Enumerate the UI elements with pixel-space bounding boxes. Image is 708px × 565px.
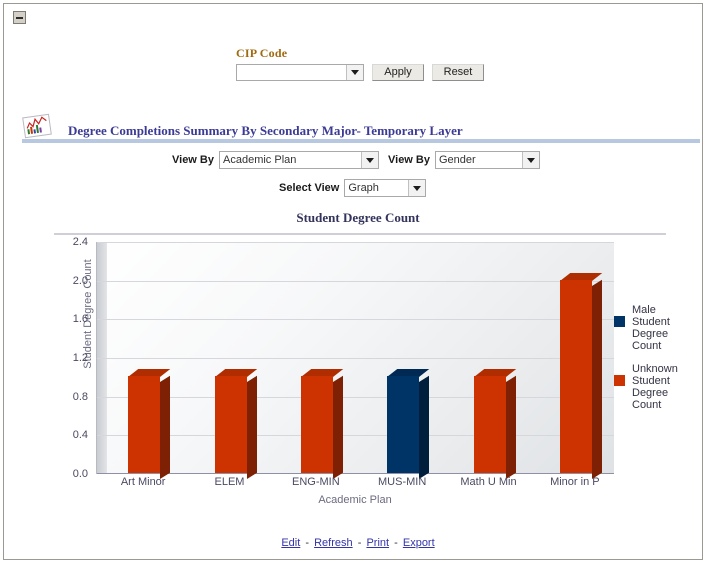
bar-side-face — [505, 376, 516, 479]
plot-area — [96, 242, 614, 479]
legend-item[interactable]: Male Student Degree Count — [614, 304, 684, 352]
link-separator-3: - — [394, 537, 398, 549]
reset-button[interactable]: Reset — [432, 64, 484, 81]
legend-label: Male Student Degree Count — [632, 304, 670, 352]
chevron-down-icon[interactable] — [346, 65, 363, 80]
bar-front-face — [559, 279, 592, 473]
bar-side-face — [246, 376, 257, 479]
y-tick-label: 2.0 — [72, 274, 88, 287]
y-axis-ticks: 0.0 0.4 0.8 1.2 1.6 2.0 2.4 — [60, 236, 88, 480]
bar-front-face — [128, 376, 161, 473]
x-tick-label: Minor in P — [550, 476, 600, 488]
bar-side-face — [332, 376, 343, 479]
select-view-select[interactable]: Graph — [344, 179, 427, 197]
report-title: Degree Completions Summary By Secondary … — [68, 123, 463, 138]
bar-front-face — [473, 376, 506, 473]
minus-glyph — [16, 17, 23, 19]
x-tick-label: Math U Min — [460, 476, 517, 488]
title-divider — [22, 139, 700, 143]
chart-area: Student Degree Count 0.0 0.4 0.8 1.2 1.6 2.0 2… — [32, 236, 684, 506]
legend-label: Unknown Student Degree Count — [632, 363, 678, 411]
footer-links: Edit - Refresh - Print - Export — [4, 537, 708, 549]
report-panel: CIP Code Apply Reset Degree Completions … — [3, 3, 703, 560]
chart-bar[interactable] — [128, 369, 171, 479]
x-axis-labels: Art Minor ELEM ENG-MIN MUS-MIN Math U Min Min… — [96, 476, 614, 492]
select-view-label: Select View — [279, 182, 340, 194]
gridline — [97, 280, 614, 282]
y-tick-label: 1.6 — [72, 313, 88, 326]
cip-code-select[interactable] — [236, 64, 364, 81]
link-separator-1: - — [305, 537, 310, 549]
x-tick-label: ELEM — [214, 476, 245, 488]
bar-side-face — [591, 279, 602, 479]
legend-swatch — [614, 375, 625, 386]
apply-button[interactable]: Apply — [372, 64, 424, 81]
chart-bar[interactable] — [559, 272, 603, 479]
select-view-value: Graph — [348, 182, 379, 194]
chart-legend: Male Student Degree Count Unknown Student… — [614, 304, 684, 422]
chart-bar[interactable] — [214, 369, 257, 479]
y-tick-label: 2.4 — [72, 236, 88, 248]
edit-link[interactable]: Edit — [281, 537, 300, 549]
y-tick-label: 0.8 — [72, 390, 88, 403]
link-separator-2: - — [357, 537, 362, 549]
legend-swatch — [614, 316, 625, 327]
bar-front-face — [387, 376, 420, 473]
bar-side-face — [419, 376, 430, 479]
cip-code-label: CIP Code — [236, 46, 288, 60]
chart-bar[interactable] — [473, 369, 516, 479]
export-link[interactable]: Export — [403, 537, 435, 549]
select-view-row: Select View Graph — [279, 179, 427, 197]
report-chart-icon — [22, 113, 52, 139]
chevron-down-icon[interactable] — [408, 180, 426, 196]
bar-front-face — [214, 376, 247, 473]
x-axis-title: Academic Plan — [318, 494, 392, 506]
x-tick-label: MUS-MIN — [378, 476, 427, 488]
gridline — [97, 435, 614, 437]
y-tick-label: 0.4 — [72, 429, 88, 442]
chevron-down-icon[interactable] — [522, 152, 539, 168]
prompt-area: CIP Code Apply Reset — [236, 46, 484, 81]
chart-bar[interactable] — [300, 369, 344, 479]
y-tick-label: 0.0 — [72, 468, 88, 480]
chart-bar[interactable] — [387, 369, 430, 479]
legend-item[interactable]: Unknown Student Degree Count — [614, 363, 684, 411]
x-tick-label: Art Minor — [120, 476, 166, 488]
prompt-row: Apply Reset — [236, 64, 484, 81]
chart-divider — [54, 233, 666, 235]
collapse-toggle-icon[interactable] — [13, 11, 26, 24]
x-axis-line — [97, 473, 614, 474]
view-by-1-label: View By — [172, 154, 214, 166]
bar-side-face — [160, 376, 171, 479]
view-by-row: View By Academic Plan View By Gender — [172, 151, 540, 169]
refresh-link[interactable]: Refresh — [314, 537, 353, 549]
gridline — [97, 358, 614, 359]
chart-title: Student Degree Count — [296, 210, 420, 225]
view-by-1-select[interactable]: Academic Plan — [219, 151, 379, 169]
x-tick-label: ENG-MIN — [291, 476, 340, 488]
gridline — [97, 242, 614, 243]
gridline — [97, 396, 614, 398]
gridline — [97, 319, 614, 321]
view-by-2-label: View By — [388, 154, 430, 166]
chevron-down-icon[interactable] — [361, 152, 378, 168]
view-by-2-value: Gender — [439, 154, 476, 166]
print-link[interactable]: Print — [366, 537, 389, 549]
view-by-1-value: Academic Plan — [223, 154, 297, 166]
bar-front-face — [300, 376, 333, 473]
view-by-2-select[interactable]: Gender — [435, 151, 540, 169]
y-tick-label: 1.2 — [72, 352, 88, 364]
